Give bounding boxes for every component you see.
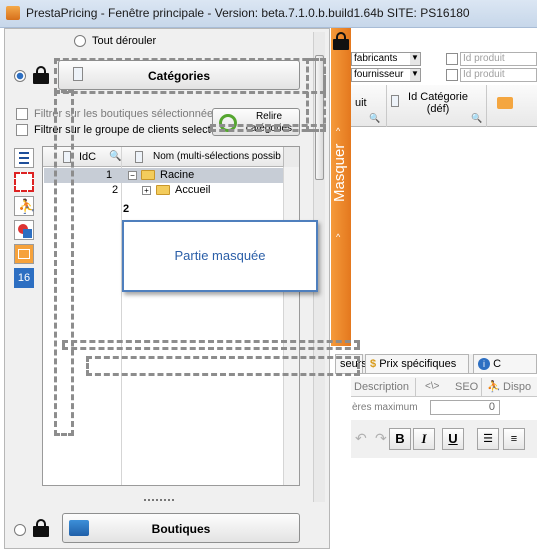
count-value: 2 (123, 203, 130, 215)
hidden-part-callout: Partie masquée (122, 220, 318, 292)
underline-button[interactable]: U (442, 428, 464, 450)
bold-button[interactable]: B (389, 428, 411, 450)
hidden-area-outline (54, 90, 74, 436)
product-subtabs: Description <\> SEO ⛹ Dispo (351, 377, 537, 397)
chevron-down-icon[interactable]: ▼ (410, 53, 420, 65)
column-header-name[interactable]: Nom (multi-sélections possib (153, 151, 281, 162)
column-separator (486, 85, 487, 127)
shops-button-label: Boutiques (151, 522, 211, 536)
filter-group-checkbox[interactable] (16, 124, 28, 136)
hidden-area-outline (62, 340, 360, 350)
row-name: Racine (160, 169, 195, 181)
chevron-down-icon[interactable]: ▼ (410, 69, 420, 81)
expand-all-label: Tout dérouler (92, 35, 157, 47)
column-header-category[interactable]: Id Catégorie (déf) (407, 91, 469, 115)
grid-header: IdC 🔍 Nom (multi-sélections possib (43, 147, 299, 167)
hidden-area-outline (86, 356, 360, 376)
title-bar: PrestaPricing - Fenêtre principale - Ver… (0, 0, 537, 28)
row-id: 1 (106, 169, 113, 181)
filter-icon[interactable]: 🔍 (471, 113, 482, 124)
availability-icon: ⛹ (487, 381, 501, 393)
expander-icon[interactable]: − (128, 171, 137, 180)
splitter-handle[interactable] (144, 499, 174, 505)
arrow-up-icon: ^ (336, 232, 341, 242)
callout-text: Partie masquée (174, 248, 266, 263)
seo-icon: <\> (425, 381, 440, 392)
filter-icon[interactable]: 🔍 (109, 151, 121, 162)
subtab-separator (415, 378, 416, 396)
folder-icon (141, 170, 155, 180)
undo-icon[interactable]: ↶ (355, 430, 367, 447)
max-chars-label: ères maximum (352, 402, 418, 413)
info-icon: i (478, 358, 490, 370)
id-product-checkbox-2[interactable] (446, 69, 458, 81)
row-id: 2 (112, 184, 119, 196)
app-icon (6, 6, 20, 20)
lock-icon[interactable] (331, 32, 351, 50)
window-title: PrestaPricing - Fenêtre principale - Ver… (26, 6, 470, 20)
row-name: Accueil (175, 184, 211, 196)
column-icon (135, 151, 143, 163)
column-icon (391, 95, 399, 107)
hidden-area-outline (306, 58, 326, 132)
id-product-checkbox[interactable] (446, 53, 458, 65)
filter-icon[interactable]: 🔍 (369, 113, 380, 124)
column-separator (386, 85, 387, 127)
shapes-icon[interactable] (14, 220, 34, 240)
shops-radio[interactable] (14, 524, 26, 536)
count-badge[interactable]: 16 (14, 268, 34, 288)
calendar-icon[interactable] (14, 244, 34, 264)
supplier-select[interactable]: fournisseur ▼ (351, 68, 421, 82)
product-tabs: seurs $ Prix spécifiques i C (335, 354, 537, 374)
tab-other[interactable]: i C (473, 354, 537, 374)
editor-toolbar: ↶ ↷ B I U ☰ ≡ (351, 420, 537, 458)
sort-icon[interactable] (497, 97, 513, 109)
manufacturer-select[interactable]: fabricants ▼ (351, 52, 421, 66)
lock-icon[interactable] (31, 519, 51, 537)
subtab-availability[interactable]: Dispo (503, 381, 531, 393)
list-button[interactable]: ☰ (477, 428, 499, 450)
id-product-input-2[interactable]: Id produit (460, 68, 537, 82)
table-row[interactable]: 1 − Racine (44, 168, 298, 183)
grid-scrollbar[interactable] (283, 167, 299, 485)
numbered-list-button[interactable]: ≡ (503, 428, 525, 450)
folder-icon (156, 185, 170, 195)
subtab-description[interactable]: Description (354, 381, 409, 393)
hidden-area-outline (210, 124, 326, 132)
filter-shops-checkbox[interactable] (16, 108, 28, 120)
dollar-icon: $ (370, 358, 377, 370)
categories-radio[interactable] (14, 70, 26, 82)
tab-specific-prices[interactable]: $ Prix spécifiques (365, 354, 469, 374)
hidden-area-outline (54, 58, 326, 94)
people-icon[interactable]: ⛹ (14, 196, 35, 216)
shops-button[interactable]: Boutiques (62, 513, 300, 543)
max-chars-input[interactable]: 0 (430, 400, 500, 415)
products-grid-header: uit 🔍 Id Catégorie (déf) 🔍 (351, 85, 537, 127)
categories-grid[interactable]: IdC 🔍 Nom (multi-sélections possib 1 − R… (42, 146, 300, 486)
grid-menu-icon[interactable] (283, 147, 299, 167)
italic-button[interactable]: I (413, 428, 435, 450)
redo-icon[interactable]: ↷ (375, 430, 387, 447)
expander-icon[interactable]: + (142, 186, 151, 195)
table-row[interactable]: 2 + Accueil (44, 184, 298, 199)
lock-icon[interactable] (31, 66, 51, 84)
tree-view-icon[interactable] (14, 148, 34, 168)
select-area-icon[interactable] (14, 172, 34, 192)
subtab-seo[interactable]: SEO (455, 381, 478, 393)
arrow-up-icon: ^ (336, 126, 341, 136)
id-product-input[interactable]: Id produit (460, 52, 537, 66)
subtab-separator (481, 378, 482, 396)
column-header-id[interactable]: IdC (79, 151, 96, 163)
expand-all-radio[interactable] (74, 35, 86, 47)
column-header-product[interactable]: uit (355, 97, 367, 109)
